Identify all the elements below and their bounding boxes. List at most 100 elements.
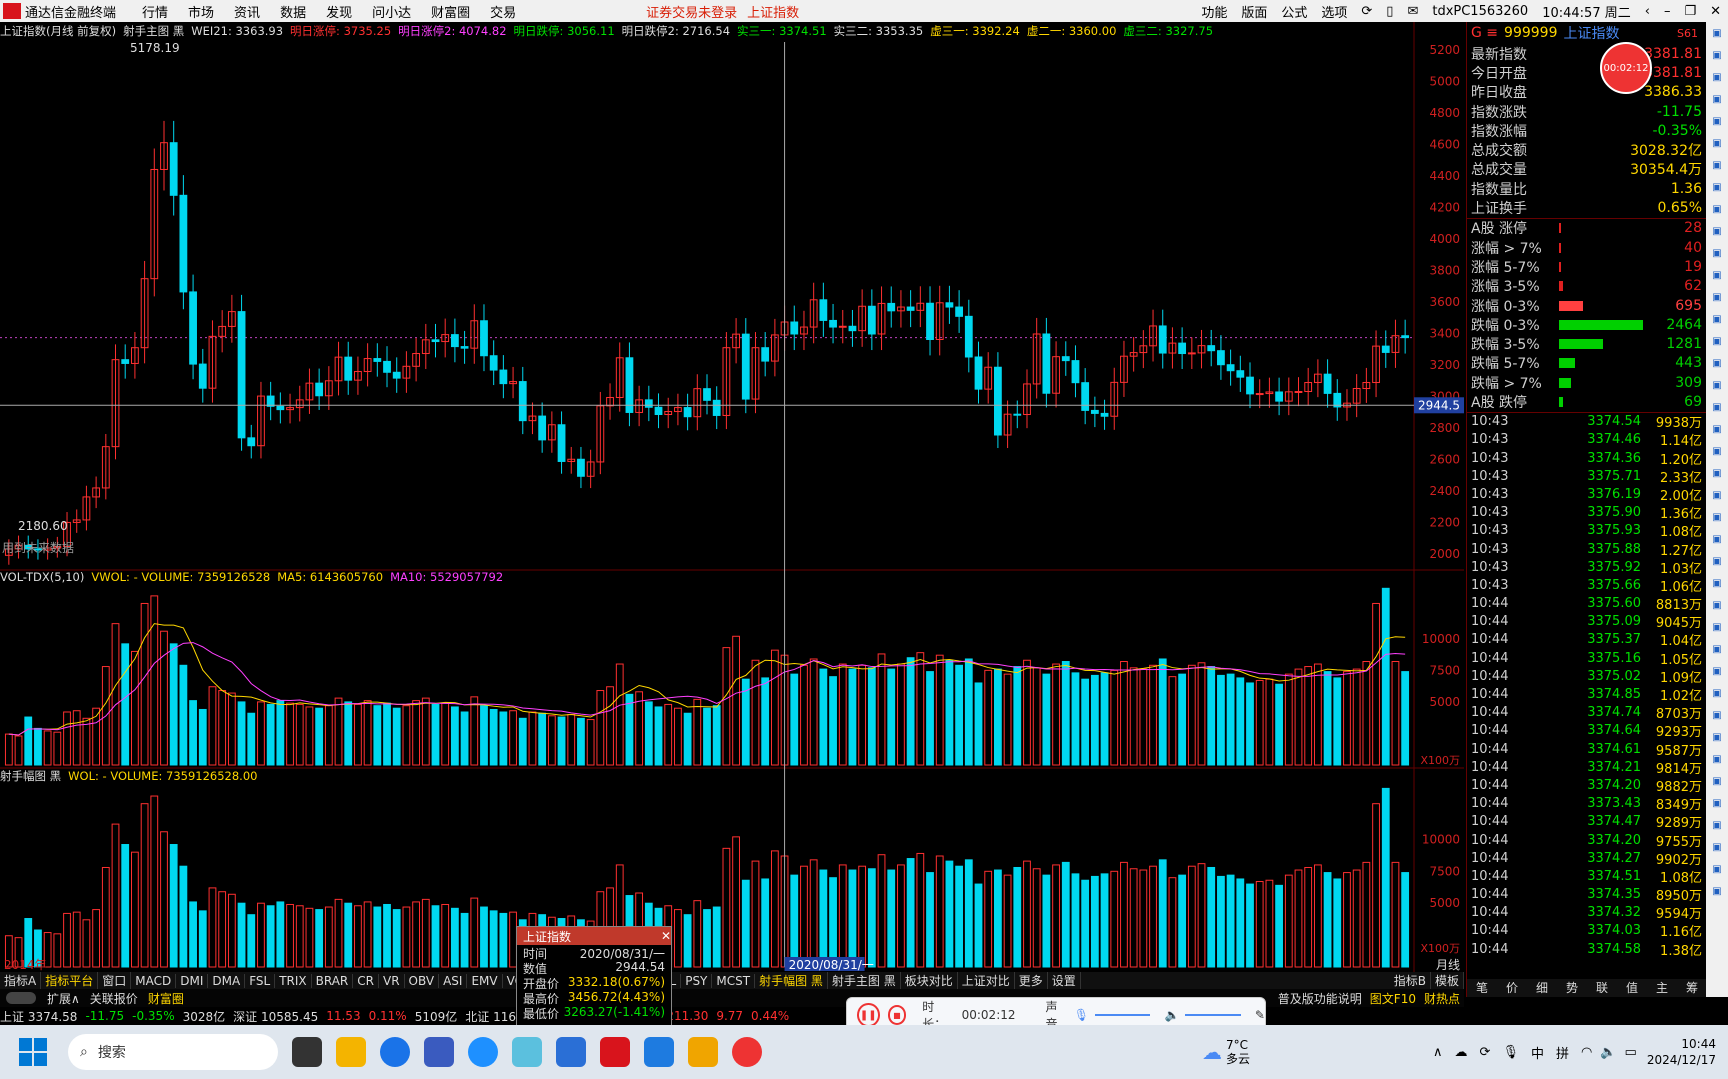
side-tool-icon[interactable]: ▣ (1706, 880, 1728, 902)
side-tool-icon[interactable]: ▣ (1706, 682, 1728, 704)
side-tool-icon[interactable]: ▣ (1706, 506, 1728, 528)
minimize-icon[interactable]: – (1657, 4, 1678, 19)
taskbar-search[interactable]: ⌕ 搜索 (68, 1034, 278, 1070)
quote-tab[interactable]: 筹 (1686, 979, 1698, 997)
side-tool-icon[interactable]: ▣ (1706, 110, 1728, 132)
side-tool-icon[interactable]: ▣ (1706, 528, 1728, 550)
app-v-icon[interactable] (688, 1037, 718, 1067)
indicator-tab[interactable]: MCST (712, 973, 756, 988)
quote-tab[interactable]: 势 (1566, 979, 1578, 997)
stop-icon[interactable]: ■ (887, 1005, 907, 1025)
side-tool-icon[interactable]: ▣ (1706, 396, 1728, 418)
side-tool-icon[interactable]: ▣ (1706, 836, 1728, 858)
extension-tab[interactable]: 关联报价 (85, 990, 143, 1007)
indicator-tab[interactable]: 指标A (0, 972, 42, 989)
quote-tab[interactable]: 笔 (1476, 979, 1488, 997)
side-tool-icon[interactable]: ▣ (1706, 484, 1728, 506)
side-tool-icon[interactable]: ▣ (1706, 550, 1728, 572)
mic-tray-icon[interactable]: 🎙 (1502, 1045, 1519, 1060)
side-toolbar[interactable]: ▣ ▣ ▣ ▣ ▣ ▣ ▣ ▣ ▣ ▣ ▣ ▣ ▣ ▣ ▣ ▣ ▣ ▣ ▣ ▣ ▣ ▣ ▣ ▣ ▣ ▣ ▣ ▣ ▣ ▣ ▣ ▣ ▣ ▣ ▣ ▣ ▣ ▣ ▣ ▣ (1706, 22, 1728, 997)
refresh-icon[interactable]: ⟳ (1354, 4, 1379, 19)
indicator-tab[interactable]: 射手幅图 黑 (755, 972, 828, 989)
side-tool-icon[interactable]: ▣ (1706, 418, 1728, 440)
indicator-tab[interactable]: PSY (681, 973, 713, 988)
quote-tab[interactable]: 联 (1596, 979, 1608, 997)
toggle-icon[interactable] (6, 992, 36, 1004)
side-tool-icon[interactable]: ▣ (1706, 176, 1728, 198)
menu-item-market[interactable]: 市场 (178, 2, 224, 21)
side-tool-icon[interactable]: ▣ (1706, 66, 1728, 88)
menu-item-quote[interactable]: 行情 (132, 2, 178, 21)
menu-options[interactable]: 选项 (1314, 2, 1354, 21)
record-indicator[interactable]: 00:02:12 (1600, 42, 1652, 94)
back-icon[interactable]: ‹ (1638, 4, 1657, 19)
side-tool-icon[interactable]: ▣ (1706, 264, 1728, 286)
side-tool-icon[interactable]: ▣ (1706, 242, 1728, 264)
side-tool-icon[interactable]: ▣ (1706, 308, 1728, 330)
indicator-tab[interactable]: OBV (405, 973, 440, 988)
speaker-slider[interactable] (1185, 1014, 1241, 1016)
side-tool-icon[interactable]: ▣ (1706, 352, 1728, 374)
indicator-tab-right[interactable]: 指标B (1390, 972, 1431, 989)
pause-icon[interactable]: ❚❚ (857, 1003, 880, 1027)
close-icon[interactable]: ✕ (1703, 4, 1728, 19)
side-tool-icon[interactable]: ▣ (1706, 330, 1728, 352)
side-tool-icon[interactable]: ▣ (1706, 22, 1728, 44)
side-tool-icon[interactable]: ▣ (1706, 638, 1728, 660)
side-tool-icon[interactable]: ▣ (1706, 660, 1728, 682)
file-explorer-icon[interactable] (336, 1037, 366, 1067)
ime-lang[interactable]: 中 (1531, 1043, 1544, 1062)
login-warning[interactable]: 证券交易未登录 (646, 2, 737, 21)
indicator-tab[interactable]: DMA (208, 973, 246, 988)
extension-link[interactable]: 图文F10 (1366, 990, 1420, 1007)
menu-formula[interactable]: 公式 (1274, 2, 1314, 21)
chevron-up-icon[interactable]: ∧ (1433, 1045, 1443, 1060)
side-tool-icon[interactable]: ▣ (1706, 132, 1728, 154)
tdx-app-icon[interactable] (600, 1037, 630, 1067)
tool-icon[interactable] (512, 1037, 542, 1067)
menu-item-trade[interactable]: 交易 (480, 2, 526, 21)
side-tool-icon[interactable]: ▣ (1706, 88, 1728, 110)
quote-tab[interactable]: 值 (1626, 979, 1638, 997)
indicator-tab[interactable]: 更多 (1015, 972, 1048, 989)
extension-tab[interactable]: 财富圈 (143, 990, 189, 1007)
extension-link[interactable]: 财热点 (1420, 990, 1464, 1007)
pen-icon[interactable]: ✎ (1255, 1008, 1265, 1022)
phone-icon[interactable]: ▯ (1379, 4, 1400, 19)
side-tool-icon[interactable]: ▣ (1706, 748, 1728, 770)
wifi-icon[interactable]: ◠ (1581, 1045, 1592, 1060)
indicator-tab[interactable]: 指标平台 (41, 972, 99, 989)
side-tool-icon[interactable]: ▣ (1706, 198, 1728, 220)
kline-chart[interactable]: 5200 5000 4800 4600 4400 4200 4000 3800 3600 3400… (0, 22, 1464, 972)
app-s-icon[interactable] (644, 1037, 674, 1067)
weather[interactable]: ☁ 7°C 多云 (1202, 1038, 1250, 1066)
app-l-icon[interactable] (556, 1037, 586, 1067)
side-tool-icon[interactable]: ▣ (1706, 440, 1728, 462)
indicator-tab[interactable]: MACD (131, 973, 177, 988)
indicator-tab[interactable]: 窗口 (98, 972, 132, 989)
indicator-tab[interactable]: 板块对比 (901, 972, 958, 989)
side-tool-icon[interactable]: ▣ (1706, 616, 1728, 638)
mail-icon[interactable]: ✉ (1400, 4, 1425, 19)
recorder-app-icon[interactable] (732, 1037, 762, 1067)
ie-icon[interactable] (468, 1037, 498, 1067)
indicator-tab[interactable]: 射手主图 黑 (828, 972, 901, 989)
menu-function[interactable]: 功能 (1194, 2, 1234, 21)
indicator-tab[interactable]: BRAR (312, 973, 354, 988)
chart-area[interactable]: 上证指数(月线 前复权) 射手主图 黑 WEI21: 3363.93 明日涨停:… (0, 22, 1464, 972)
side-tool-icon[interactable]: ▣ (1706, 858, 1728, 880)
indicator-tab[interactable]: VR (379, 973, 405, 988)
side-tool-icon[interactable]: ▣ (1706, 726, 1728, 748)
menu-layout[interactable]: 版面 (1234, 2, 1274, 21)
indicator-tab[interactable]: ASI (439, 973, 468, 988)
tray-clock[interactable]: 10:44 2024/12/17 (1647, 1036, 1716, 1068)
indicator-tab[interactable]: DMI (176, 973, 209, 988)
side-tool-icon[interactable]: ▣ (1706, 594, 1728, 616)
tooltip-close-icon[interactable]: ✕ (661, 929, 671, 943)
quote-tab[interactable]: 主 (1656, 979, 1668, 997)
quote-tabs[interactable]: 笔价细势联值主筹 (1467, 979, 1707, 997)
menu-item-discover[interactable]: 发现 (316, 2, 362, 21)
tick-list[interactable]: 10:43 3374.54 9938万 10:43 3374.46 1.14亿 10:43 3… (1467, 413, 1706, 958)
edge-icon[interactable] (380, 1037, 410, 1067)
task-view-icon[interactable] (292, 1037, 322, 1067)
